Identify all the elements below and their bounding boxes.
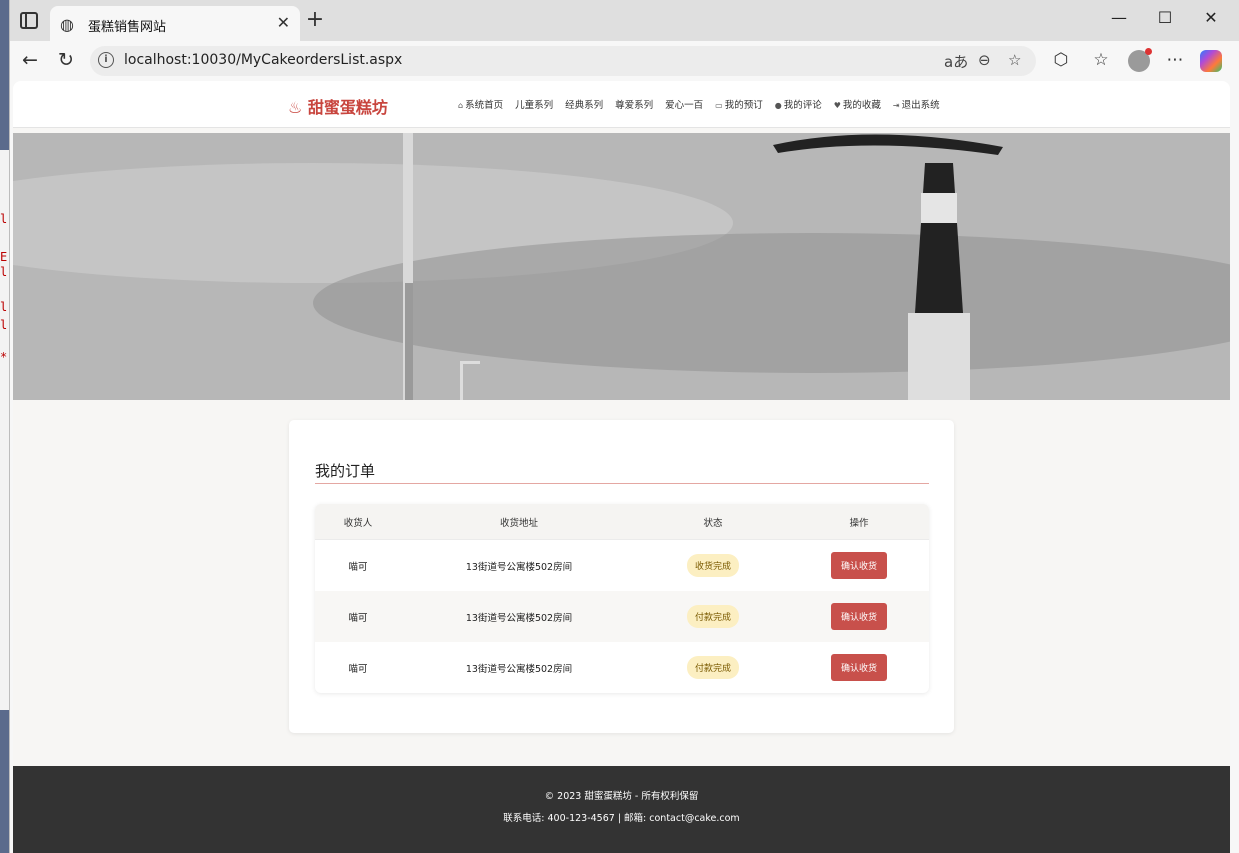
action-cell: 确认收货: [789, 654, 929, 681]
menu-item-6[interactable]: ● 我的评论: [775, 97, 822, 111]
url-text[interactable]: localhost:10030/MyCakeordersList.aspx: [124, 52, 402, 68]
address-cell: 13街道号公寓楼502房间: [465, 561, 573, 573]
table-row: 喵可 13街道号公寓楼502房间 收货完成 确认收货: [315, 540, 929, 591]
site-logo[interactable]: ♨ 甜蜜蛋糕坊: [288, 94, 388, 118]
menu-item-4[interactable]: 爱心一百: [665, 97, 703, 111]
orders-panel: 我的订单 收货人 收货地址 状态 操作 喵可 13街道号公寓楼502房间 收货完…: [289, 420, 954, 733]
menu-item-8[interactable]: ⇥ 退出系统: [893, 97, 940, 111]
orders-title: 我的订单: [315, 462, 376, 480]
title-underline: [315, 483, 929, 484]
footer-contact: 联系电话: 400-123-4567 | 邮箱: contact@cake.co…: [503, 813, 740, 824]
menu-item-label: 退出系统: [901, 100, 940, 111]
table-row: 喵可 13街道号公寓楼502房间 付款完成 确认收货: [315, 642, 929, 693]
browser-tab[interactable]: ◍ 蛋糕销售网站 ✕: [50, 6, 300, 41]
site-footer: © 2023 甜蜜蛋糕坊 - 所有权利保留 联系电话: 400-123-4567…: [13, 766, 1230, 853]
menu-item-label: 系统首页: [465, 100, 504, 111]
confirm-receipt-button[interactable]: 确认收货: [830, 603, 887, 630]
minimize-icon[interactable]: —: [1104, 8, 1134, 27]
globe-icon: ◍: [60, 15, 74, 34]
logout-icon: ⇥: [892, 101, 900, 110]
home-icon: ⌂: [458, 101, 464, 110]
read-aloud-icon[interactable]: aあ: [944, 51, 968, 72]
refresh-icon[interactable]: ↻: [54, 49, 78, 71]
banner-image: [13, 133, 1230, 400]
back-icon[interactable]: ←: [18, 49, 42, 71]
receiver-cell: 喵可: [348, 663, 368, 675]
header-address: 收货地址: [499, 517, 538, 529]
menu-item-label: 我的收藏: [842, 100, 881, 111]
footer-copyright: © 2023 甜蜜蛋糕坊 - 所有权利保留: [544, 791, 699, 802]
action-cell: 确认收货: [789, 603, 929, 630]
menu-item-7[interactable]: ♥ 我的收藏: [834, 97, 881, 111]
menu-item-1[interactable]: 儿童系列: [515, 97, 553, 111]
zoom-icon[interactable]: ⊖: [978, 51, 991, 69]
menu-item-5[interactable]: ▭ 我的预订: [715, 97, 763, 111]
title-bar: ◍ 蛋糕销售网站 ✕ + — ☐ ✕: [10, 0, 1239, 41]
status-cell: 付款完成: [637, 605, 789, 628]
profile-avatar[interactable]: [1128, 48, 1152, 72]
heart-icon: ♥: [833, 101, 841, 110]
menu-item-label: 爱心一百: [665, 100, 704, 111]
receiver-cell: 喵可: [348, 561, 368, 573]
confirm-receipt-button[interactable]: 确认收货: [830, 654, 887, 681]
address-cell: 13街道号公寓楼502房间: [465, 612, 573, 624]
menu-item-0[interactable]: ⌂ 系统首页: [458, 97, 503, 111]
page-viewport: ♨ 甜蜜蛋糕坊 ⌂ 系统首页 儿童系列 经典系列 尊爱系列 爱心一百 ▭ 我的预订 ● 我的评论 ♥…: [13, 81, 1230, 853]
status-cell: 收货完成: [637, 554, 789, 577]
tab-title: 蛋糕销售网站: [88, 20, 167, 35]
menu-item-label: 儿童系列: [515, 100, 554, 111]
address-cell: 13街道号公寓楼502房间: [465, 663, 573, 675]
browser-window: ◍ 蛋糕销售网站 ✕ + — ☐ ✕ ← ↻ i localhost:10030…: [9, 0, 1239, 853]
close-tab-icon[interactable]: ✕: [277, 13, 290, 32]
status-badge: 收货完成: [686, 554, 739, 577]
table-header: 收货人 收货地址 状态 操作: [315, 504, 929, 540]
table-row: 喵可 13街道号公寓楼502房间 付款完成 确认收货: [315, 591, 929, 642]
card-icon: ▭: [715, 101, 723, 110]
banner-photo: [13, 133, 1230, 400]
address-toolbar: ← ↻ i localhost:10030/MyCakeordersList.a…: [10, 41, 1239, 81]
confirm-receipt-button[interactable]: 确认收货: [830, 552, 887, 579]
main-menu: ⌂ 系统首页 儿童系列 经典系列 尊爱系列 爱心一百 ▭ 我的预订 ● 我的评论 ♥ 我的收藏 ⇥ 退出系…: [458, 97, 940, 111]
header-status: 状态: [703, 517, 723, 529]
menu-item-3[interactable]: 尊爱系列: [615, 97, 653, 111]
address-bar[interactable]: i localhost:10030/MyCakeordersList.aspx …: [90, 46, 1036, 76]
favorites-icon[interactable]: ☆: [1088, 50, 1114, 70]
maximize-icon[interactable]: ☐: [1150, 8, 1180, 27]
extensions-icon[interactable]: ⬡: [1048, 50, 1074, 70]
favorite-star-icon[interactable]: ☆: [1008, 51, 1021, 69]
logo-text: 甜蜜蛋糕坊: [307, 98, 388, 117]
comment-icon: ●: [774, 101, 782, 110]
status-badge: 付款完成: [686, 605, 739, 628]
more-menu-icon[interactable]: ⋯: [1162, 50, 1188, 70]
close-window-icon[interactable]: ✕: [1196, 8, 1226, 27]
status-cell: 付款完成: [637, 656, 789, 679]
sidebar-toggle-icon[interactable]: [20, 12, 38, 29]
menu-item-label: 我的评论: [783, 100, 822, 111]
copilot-icon[interactable]: [1200, 50, 1222, 72]
header-receiver: 收货人: [343, 517, 373, 529]
orders-table: 收货人 收货地址 状态 操作 喵可 13街道号公寓楼502房间 收货完成 确认收…: [315, 504, 929, 693]
site-info-icon[interactable]: i: [98, 52, 114, 68]
menu-item-label: 经典系列: [565, 100, 604, 111]
menu-item-label: 尊爱系列: [615, 100, 654, 111]
action-cell: 确认收货: [789, 552, 929, 579]
menu-item-label: 我的预订: [724, 100, 763, 111]
menu-item-2[interactable]: 经典系列: [565, 97, 603, 111]
new-tab-icon[interactable]: +: [300, 7, 330, 32]
site-header: ♨ 甜蜜蛋糕坊 ⌂ 系统首页 儿童系列 经典系列 尊爱系列 爱心一百 ▭ 我的预订 ● 我的评论 ♥…: [13, 81, 1230, 128]
header-action: 操作: [849, 517, 869, 529]
receiver-cell: 喵可: [348, 612, 368, 624]
status-badge: 付款完成: [686, 656, 739, 679]
